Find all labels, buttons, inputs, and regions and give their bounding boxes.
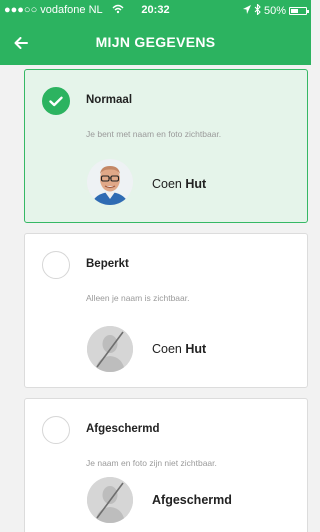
location-icon	[242, 5, 251, 17]
avatar-placeholder-crossed-icon	[87, 477, 133, 523]
avatar-placeholder-crossed-icon	[87, 326, 133, 372]
privacy-option-afgeschermd[interactable]: Afgeschermd Je naam en foto zijn niet zi…	[24, 398, 308, 532]
radio-unchecked[interactable]	[42, 416, 70, 444]
checkmark-icon	[49, 96, 63, 106]
last-name: Hut	[185, 342, 207, 356]
navigation-bar: MIJN GEGEVENS	[0, 20, 311, 65]
display-name: Afgeschermd	[152, 493, 232, 507]
app-header: ●●●○○ vodafone NL 20:32 50% MIJN GEGEVEN…	[0, 0, 311, 65]
person-name: Coen Hut	[152, 342, 206, 356]
option-description: Je bent met naam en foto zichtbaar.	[86, 129, 222, 139]
battery-icon	[289, 7, 309, 15]
battery-percent: 50%	[263, 5, 286, 17]
radio-checked[interactable]	[42, 87, 70, 115]
bluetooth-icon	[254, 3, 261, 18]
option-title: Beperkt	[86, 258, 129, 270]
page-title: MIJN GEGEVENS	[95, 34, 216, 50]
radio-unchecked[interactable]	[42, 251, 70, 279]
person-name: Coen Hut	[152, 177, 206, 191]
status-right: 50%	[242, 3, 309, 18]
option-title: Normaal	[86, 94, 133, 106]
status-bar: ●●●○○ vodafone NL 20:32 50%	[0, 0, 311, 20]
privacy-option-beperkt[interactable]: Beperkt Alleen je naam is zichtbaar. Coe…	[24, 233, 308, 388]
option-title: Afgeschermd	[86, 423, 160, 435]
first-name: Coen	[152, 177, 182, 191]
option-description: Alleen je naam is zichtbaar.	[86, 293, 190, 303]
privacy-option-normaal[interactable]: Normaal Je bent met naam en foto zichtba…	[24, 69, 308, 223]
first-name: Coen	[152, 342, 182, 356]
last-name: Hut	[185, 177, 207, 191]
avatar-photo	[87, 159, 133, 205]
option-description: Je naam en foto zijn niet zichtbaar.	[86, 458, 217, 468]
